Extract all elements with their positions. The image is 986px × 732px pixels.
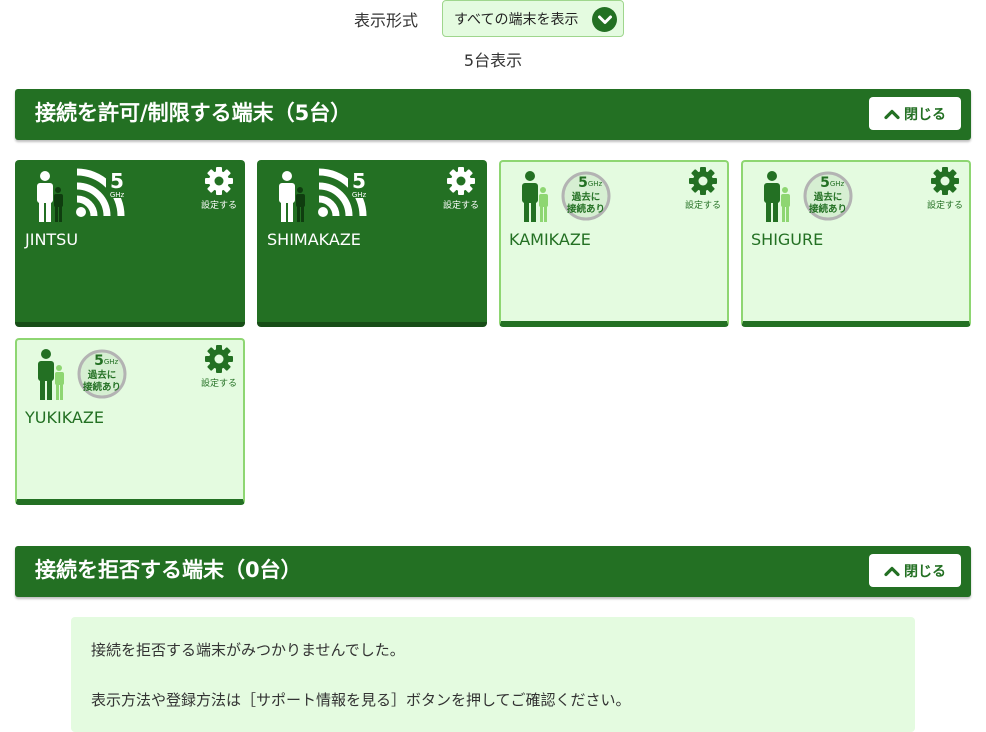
person-icon (764, 171, 790, 222)
gear-icon (689, 167, 717, 195)
filter-label: 表示形式 (354, 11, 419, 30)
svg-text:5: 5 (110, 169, 124, 193)
svg-text:過去に: 過去に (813, 191, 843, 203)
past-connection-icon: 5 GHz 過去に 接続あり (77, 349, 127, 399)
person-icon (279, 171, 305, 222)
display-mode-value: すべての端末を表示 (454, 11, 579, 28)
denied-devices-title: 接続を拒否する端末（0台） (35, 558, 302, 582)
device-card-jintsu[interactable]: 5 GHz 設定する JINTSU (15, 160, 245, 327)
svg-text:過去に: 過去に (571, 191, 601, 203)
filter-row: 表示形式 すべての端末を表示 (0, 0, 986, 40)
info-message-2: 表示方法や登録方法は［サポート情報を見る］ボタンを押してご確認ください。 (91, 691, 631, 709)
svg-text:接続あり: 接続あり (567, 203, 605, 215)
svg-text:接続あり: 接続あり (83, 381, 121, 393)
chevron-up-icon (884, 566, 900, 576)
device-card-shimakaze[interactable]: 5 GHz 設定する SHIMAKAZE (257, 160, 487, 327)
device-name: JINTSU (25, 230, 79, 249)
wifi-5ghz-icon: 5 GHz (318, 168, 371, 217)
allowed-devices-header: 接続を許可/制限する端末（5台） 閉じる (15, 89, 971, 140)
svg-text:GHz: GHz (830, 180, 845, 188)
device-card-kamikaze[interactable]: 5 GHz 過去に 接続あり 設定する KAMIKAZE (499, 160, 729, 327)
settings-label: 設定する (442, 201, 479, 211)
chevron-down-icon (592, 7, 617, 32)
device-card-shigure[interactable]: 5 GHz 過去に 接続あり 設定する SHIGURE (741, 160, 971, 327)
device-name: YUKIKAZE (25, 408, 104, 427)
svg-text:GHz: GHz (588, 180, 603, 188)
settings-button[interactable]: 設定する (682, 166, 724, 211)
device-count-text: 5台表示 (463, 51, 523, 70)
settings-label: 設定する (200, 201, 237, 211)
svg-text:GHz: GHz (110, 191, 125, 199)
wifi-5ghz-icon: 5 GHz (76, 168, 129, 217)
settings-button[interactable]: 設定する (198, 344, 240, 389)
gear-icon (931, 167, 959, 195)
gear-icon (447, 167, 475, 195)
denied-devices-header: 接続を拒否する端末（0台） 閉じる (15, 546, 971, 597)
settings-button[interactable]: 設定する (440, 166, 482, 211)
device-name: SHIGURE (751, 230, 824, 249)
settings-label: 設定する (200, 379, 237, 389)
person-icon (522, 171, 548, 222)
denied-close-label: 閉じる (904, 563, 946, 580)
chevron-up-icon (884, 109, 900, 119)
svg-text:接続あり: 接続あり (809, 203, 847, 215)
svg-text:5: 5 (94, 353, 104, 369)
svg-text:GHz: GHz (104, 358, 119, 366)
person-icon (37, 171, 63, 222)
svg-text:5: 5 (820, 175, 830, 191)
settings-button[interactable]: 設定する (924, 166, 966, 211)
allowed-close-button[interactable]: 閉じる (869, 97, 961, 130)
device-card-yukikaze[interactable]: 5 GHz 過去に 接続あり 設定する YUKIKAZE (15, 338, 245, 505)
person-icon (38, 349, 64, 400)
denied-close-button[interactable]: 閉じる (869, 554, 961, 587)
settings-button[interactable]: 設定する (198, 166, 240, 211)
allowed-devices-title: 接続を許可/制限する端末（5台） (35, 101, 352, 125)
gear-icon (205, 167, 233, 195)
display-mode-select[interactable]: すべての端末を表示 (442, 0, 624, 37)
svg-text:GHz: GHz (352, 191, 367, 199)
info-message-1: 接続を拒否する端末がみつかりませんでした。 (91, 641, 405, 659)
settings-label: 設定する (684, 201, 721, 211)
gear-icon (205, 345, 233, 373)
no-denied-devices-message: 接続を拒否する端末がみつかりませんでした。 表示方法や登録方法は［サポート情報を… (71, 617, 915, 732)
svg-text:5: 5 (352, 169, 366, 193)
device-name: SHIMAKAZE (267, 230, 361, 249)
device-name: KAMIKAZE (509, 230, 591, 249)
past-connection-icon: 5 GHz 過去に 接続あり (561, 171, 611, 221)
past-connection-icon: 5 GHz 過去に 接続あり (803, 171, 853, 221)
allowed-close-label: 閉じる (904, 106, 946, 123)
svg-text:過去に: 過去に (87, 369, 117, 381)
svg-text:5: 5 (578, 175, 588, 191)
settings-label: 設定する (926, 201, 963, 211)
